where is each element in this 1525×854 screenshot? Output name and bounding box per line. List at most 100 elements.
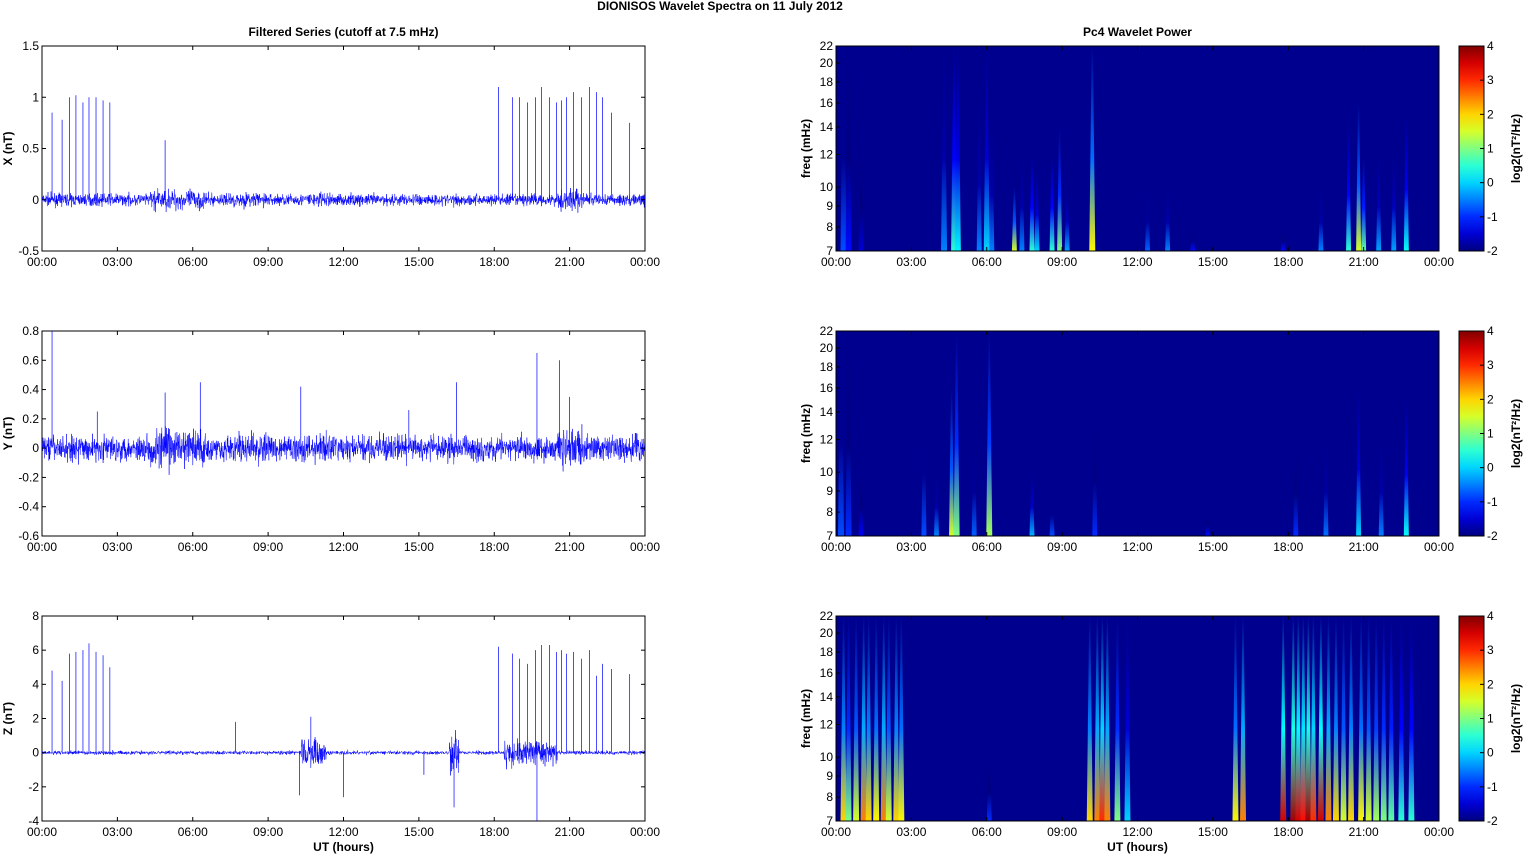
x-tick-label: 06:00: [972, 255, 1002, 269]
colorbar-label: log2(nT²/Hz): [1509, 684, 1523, 753]
y-tick-label: 8: [826, 220, 833, 234]
y-tick-label: 16: [820, 666, 834, 680]
y-tick-label: -0.2: [18, 470, 39, 484]
colorbar-tick-label: 0: [1487, 461, 1494, 475]
y-tick-label: 0.6: [22, 353, 39, 367]
x-tick-label: 09:00: [1047, 825, 1077, 839]
y-tick-label: 10: [820, 750, 834, 764]
colorbar-tick-label: 1: [1487, 427, 1494, 441]
x-tick-label: 03:00: [102, 825, 132, 839]
y-tick-label: 10: [820, 465, 834, 479]
y-tick-label: 9: [826, 484, 833, 498]
figure: DIONISOS Wavelet Spectra on 11 July 2012…: [0, 0, 1525, 854]
x-tick-label: 12:00: [1122, 540, 1152, 554]
x-tick-label: 15:00: [404, 825, 434, 839]
y-tick-label: -0.4: [18, 500, 39, 514]
y-tick-label: 14: [820, 405, 834, 419]
x-tick-label: 18:00: [479, 540, 509, 554]
x-tick-label: 06:00: [178, 255, 208, 269]
y-tick-label: 6: [32, 643, 39, 657]
x-tick-label: 18:00: [1273, 825, 1303, 839]
x-tick-label: 21:00: [1349, 540, 1379, 554]
y-tick-label: 12: [820, 718, 834, 732]
x-tick-label: 00:00: [1424, 255, 1454, 269]
plot-area: [41, 330, 646, 537]
x-tick-label: 00:00: [630, 825, 660, 839]
y-tick-label: 8: [826, 505, 833, 519]
y-tick-label: 18: [820, 360, 834, 374]
colorbar-label: log2(nT²/Hz): [1509, 399, 1523, 468]
y-tick-label: 16: [820, 381, 834, 395]
colorbar-tick-label: 4: [1487, 324, 1494, 338]
panel-title: Filtered Series (cutoff at 7.5 mHz): [248, 25, 438, 39]
y-axis-label: Y (nT): [1, 417, 15, 451]
colorbar-tick-label: 2: [1487, 677, 1494, 691]
spectrum-panel-sy: 22201816141210987freq (mHz)00:00 03:00 06:…: [799, 324, 1523, 554]
x-tick-label: 12:00: [328, 255, 358, 269]
colorbar-tick-label: -1: [1487, 780, 1498, 794]
y-tick-label: 20: [820, 56, 834, 70]
x-tick-label: 00:00: [821, 540, 851, 554]
colorbar-tick-label: 2: [1487, 392, 1494, 406]
colorbar-tick-label: 1: [1487, 712, 1494, 726]
x-tick-label: 15:00: [1198, 540, 1228, 554]
colorbar-tick-label: 1: [1487, 142, 1494, 156]
panel-title: Pc4 Wavelet Power: [1083, 25, 1192, 39]
y-axis-label: freq (mHz): [799, 119, 813, 178]
y-tick-label: 14: [820, 690, 834, 704]
x-tick-label: 12:00: [328, 825, 358, 839]
x-tick-label: 03:00: [102, 540, 132, 554]
colorbar-tick-label: 0: [1487, 176, 1494, 190]
plot-background: [836, 331, 1439, 536]
x-tick-label: 21:00: [555, 825, 585, 839]
x-axis-label: UT (hours): [313, 840, 374, 854]
colorbar-tick-label: -1: [1487, 495, 1498, 509]
x-tick-label: 06:00: [178, 540, 208, 554]
figure-canvas: DIONISOS Wavelet Spectra on 11 July 2012…: [1, 0, 1523, 854]
y-tick-label: 18: [820, 75, 834, 89]
y-tick-label: 1.5: [22, 39, 39, 53]
y-tick-label: 8: [32, 609, 39, 623]
x-tick-label: 12:00: [1122, 255, 1152, 269]
y-tick-label: 0: [32, 441, 39, 455]
colorbar-tick-label: -1: [1487, 210, 1498, 224]
y-tick-label: 10: [820, 180, 834, 194]
x-tick-label: 15:00: [404, 540, 434, 554]
y-axis-label: freq (mHz): [799, 689, 813, 748]
x-axis-label: UT (hours): [1107, 840, 1168, 854]
x-tick-label: 00:00: [821, 255, 851, 269]
y-tick-label: 22: [820, 39, 834, 53]
y-tick-label: 0.2: [22, 412, 39, 426]
colorbar-tick-label: 3: [1487, 358, 1494, 372]
y-tick-label: 0: [32, 193, 39, 207]
colorbar-tick-label: 3: [1487, 643, 1494, 657]
y-tick-label: 0.5: [22, 142, 39, 156]
x-tick-label: 00:00: [630, 540, 660, 554]
series-panel-y: 0.80.60.40.20-0.2-0.4-0.6Y (nT)00:00 03:0…: [1, 324, 660, 554]
x-tick-label: 00:00: [1424, 825, 1454, 839]
series-panel-z: 86420-2-4Z (nT)00:00 03:00 06:00 09:00 12:00…: [1, 609, 660, 854]
colorbar-tick-label: 3: [1487, 73, 1494, 87]
y-tick-label: 12: [820, 148, 834, 162]
x-tick-label: 03:00: [896, 540, 926, 554]
x-tick-label: 21:00: [1349, 255, 1379, 269]
colorbar-tick-label: -2: [1487, 814, 1498, 828]
x-tick-label: 21:00: [555, 540, 585, 554]
y-tick-label: 14: [820, 120, 834, 134]
x-tick-label: 03:00: [102, 255, 132, 269]
x-tick-label: 12:00: [328, 540, 358, 554]
x-tick-label: 18:00: [1273, 540, 1303, 554]
y-axis-label: Z (nT): [1, 702, 15, 735]
colorbar-tick-label: 2: [1487, 107, 1494, 121]
y-tick-label: 9: [826, 199, 833, 213]
plot-area: [41, 45, 646, 252]
x-tick-label: 06:00: [972, 825, 1002, 839]
y-tick-label: 22: [820, 609, 834, 623]
x-tick-label: 09:00: [253, 255, 283, 269]
spectrum-panel-sx: Pc4 Wavelet Power22201816141210987freq (…: [799, 25, 1523, 269]
x-tick-label: 18:00: [1273, 255, 1303, 269]
x-tick-label: 09:00: [1047, 255, 1077, 269]
x-tick-label: 06:00: [972, 540, 1002, 554]
y-tick-label: 0.4: [22, 383, 39, 397]
y-tick-label: 22: [820, 324, 834, 338]
